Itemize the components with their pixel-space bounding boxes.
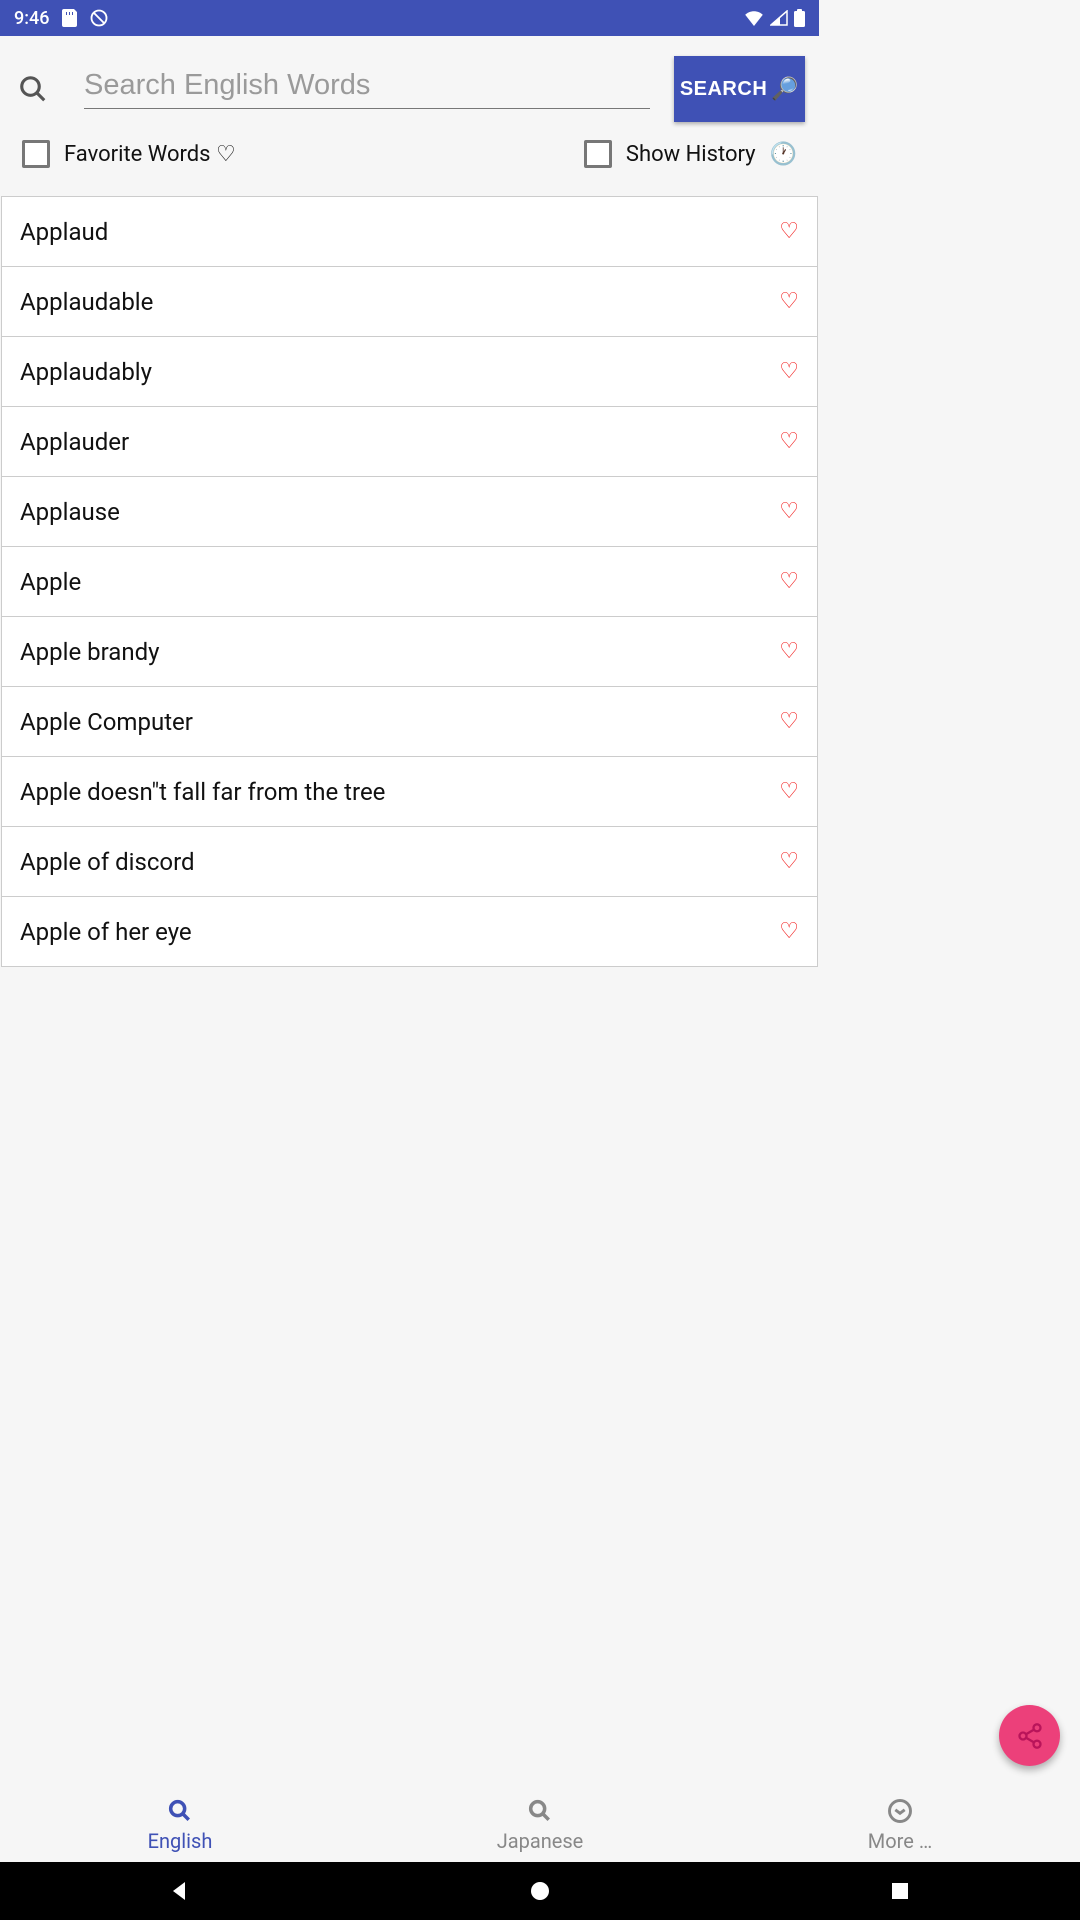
show-history-filter[interactable]: Show History 🕐 (584, 140, 797, 168)
home-button[interactable] (528, 1879, 552, 1903)
list-item[interactable]: Apple of discord ♡ (2, 827, 817, 897)
favorite-checkbox[interactable] (22, 140, 50, 168)
list-item[interactable]: Applaud ♡ (2, 197, 817, 267)
word-text: Apple of discord (20, 848, 195, 876)
chevron-down-circle-icon (886, 1797, 914, 1825)
tab-japanese[interactable]: Japanese (360, 1788, 720, 1862)
heart-icon[interactable]: ♡ (779, 849, 799, 874)
history-checkbox[interactable] (584, 140, 612, 168)
bottom-tabs: English Japanese More … (0, 1788, 1080, 1862)
heart-icon[interactable]: ♡ (779, 429, 799, 454)
tab-label: English (148, 1829, 213, 1853)
search-button[interactable]: SEARCH 🔎 (674, 56, 805, 122)
signal-icon (770, 10, 788, 26)
search-area: SEARCH 🔎 Favorite Words ♡ Show History 🕐 (0, 36, 819, 196)
word-text: Applaudably (20, 358, 152, 386)
status-time: 9:46 (14, 8, 49, 29)
tab-more[interactable]: More … (720, 1788, 1080, 1862)
word-list: Applaud ♡ Applaudable ♡ Applaudably ♡ Appla… (1, 196, 818, 967)
search-button-label: SEARCH (680, 78, 767, 101)
sd-card-icon (61, 9, 77, 27)
tab-english[interactable]: English (0, 1788, 360, 1862)
battery-icon (794, 9, 805, 27)
word-text: Applauder (20, 428, 129, 456)
word-text: Applaudable (20, 288, 153, 316)
list-item[interactable]: Apple of her eye ♡ (2, 897, 817, 967)
status-bar: 9:46 (0, 0, 819, 36)
list-item[interactable]: Apple brandy ♡ (2, 617, 817, 687)
heart-icon[interactable]: ♡ (779, 709, 799, 734)
word-text: Apple of her eye (20, 918, 192, 946)
list-item[interactable]: Apple doesn"t fall far from the tree ♡ (2, 757, 817, 827)
heart-icon[interactable]: ♡ (779, 219, 799, 244)
share-icon (1016, 1722, 1044, 1750)
word-text: Applaud (20, 218, 108, 246)
share-fab[interactable] (999, 1705, 1060, 1766)
word-text: Apple brandy (20, 638, 159, 666)
list-item[interactable]: Apple Computer ♡ (2, 687, 817, 757)
list-item[interactable]: Applause ♡ (2, 477, 817, 547)
search-icon (166, 1797, 194, 1825)
history-label: Show History (626, 142, 756, 167)
heart-icon[interactable]: ♡ (779, 779, 799, 804)
list-item[interactable]: Applauder ♡ (2, 407, 817, 477)
heart-icon[interactable]: ♡ (779, 639, 799, 664)
search-icon (18, 74, 48, 104)
recent-apps-button[interactable] (888, 1879, 912, 1903)
heart-icon[interactable]: ♡ (779, 569, 799, 594)
list-item[interactable]: Applaudable ♡ (2, 267, 817, 337)
heart-icon[interactable]: ♡ (779, 359, 799, 384)
favorite-label: Favorite Words ♡ (64, 142, 236, 167)
heart-icon[interactable]: ♡ (779, 499, 799, 524)
word-text: Apple Computer (20, 708, 193, 736)
back-button[interactable] (168, 1879, 192, 1903)
do-not-disturb-icon (89, 8, 109, 28)
word-text: Apple (20, 568, 81, 596)
heart-icon[interactable]: ♡ (779, 289, 799, 314)
word-text: Apple doesn"t fall far from the tree (20, 778, 385, 806)
clock-icon: 🕐 (770, 142, 797, 167)
tab-label: More … (868, 1829, 932, 1853)
search-icon (526, 1797, 554, 1825)
wifi-icon (744, 10, 764, 26)
magnifier-icon: 🔎 (771, 76, 799, 102)
tab-label: Japanese (497, 1829, 584, 1853)
search-input[interactable] (84, 69, 650, 102)
list-item[interactable]: Applaudably ♡ (2, 337, 817, 407)
android-nav-bar (0, 1862, 1080, 1920)
favorite-words-filter[interactable]: Favorite Words ♡ (22, 140, 236, 168)
heart-icon[interactable]: ♡ (779, 919, 799, 944)
word-text: Applause (20, 498, 120, 526)
list-item[interactable]: Apple ♡ (2, 547, 817, 617)
